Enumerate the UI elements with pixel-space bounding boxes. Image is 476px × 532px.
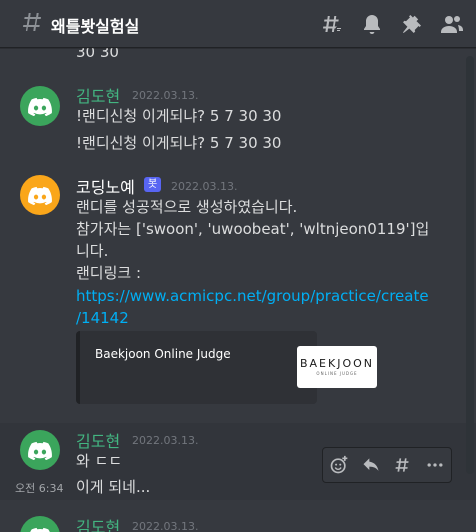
avatar[interactable] (20, 430, 60, 470)
add-reaction-icon (330, 455, 348, 474)
pin-icon[interactable] (400, 12, 424, 36)
timestamp: 2022.03.13. (132, 434, 199, 447)
add-reaction-button[interactable] (323, 449, 355, 481)
timestamp: 2022.03.13. (171, 180, 238, 193)
more-icon (427, 463, 443, 467)
side-timestamp: 오전 6:34 (15, 482, 64, 495)
discord-logo-icon (28, 186, 52, 205)
discord-logo-icon (28, 441, 52, 460)
message-content: 와 ㄷㄷ (76, 452, 123, 470)
message-link[interactable]: https://www.acmicpc.net/group/practice/c… (76, 285, 429, 307)
username[interactable]: 김도현 (76, 428, 120, 452)
discord-logo-icon (29, 527, 51, 532)
message-hover-toolbar (322, 447, 452, 483)
message-link[interactable]: /14142 (76, 307, 129, 329)
message-content: 30 30 (76, 48, 119, 61)
channel-name: 왜틀봣실험실 (51, 17, 140, 36)
link-embed[interactable]: Baekjoon Online Judge BAEKJOON ONLINE JU… (76, 331, 377, 404)
message-content: !랜디신청 이게되냐? 5 7 30 30 (76, 107, 282, 125)
embed-title[interactable]: Baekjoon Online Judge (95, 347, 231, 361)
members-icon[interactable] (440, 12, 464, 36)
timestamp: 2022.03.13. (132, 520, 199, 532)
thumbnail-logo-text: BAEKJOON (299, 357, 375, 370)
hashtag-icon (23, 13, 41, 31)
username[interactable]: 김도현 (76, 514, 120, 532)
message-content: 니다. (76, 242, 109, 260)
reply-button[interactable] (355, 449, 387, 481)
link-text[interactable]: https://www.acmicpc.net/group/practice/c… (76, 287, 429, 305)
scrollbar-track[interactable] (466, 56, 474, 474)
create-thread-button[interactable] (387, 449, 419, 481)
username[interactable]: 김도현 (76, 83, 120, 107)
reply-icon (363, 458, 379, 471)
thumbnail-logo-subtext: ONLINE JUDGE (316, 371, 358, 376)
message-content: 참가자는 ['swoon', 'uwoobeat', 'wltnjeon0119… (76, 220, 430, 238)
channel-header: 왜틀봣실험실 (0, 0, 476, 48)
message-content: !랜디신청 이게되냐? 5 7 30 30 (76, 134, 282, 152)
discord-logo-icon (28, 97, 52, 116)
bell-icon[interactable] (360, 12, 384, 36)
avatar[interactable] (20, 86, 60, 126)
create-thread-icon (395, 458, 409, 472)
timestamp: 2022.03.13. (132, 89, 199, 102)
link-text[interactable]: /14142 (76, 309, 129, 327)
avatar[interactable] (20, 516, 60, 532)
embed-thumbnail[interactable]: BAEKJOON ONLINE JUDGE (297, 346, 377, 388)
message-content: 이게 되네... (76, 478, 151, 496)
message-content: 랜디를 성공적으로 생성하였습니다. (76, 198, 298, 216)
threads-icon[interactable] (320, 12, 344, 36)
username[interactable]: 코딩노예 (76, 174, 135, 198)
more-button[interactable] (419, 449, 451, 481)
avatar[interactable] (20, 175, 60, 215)
bot-tag: 봇 (144, 177, 162, 192)
message-content: 랜디링크 : (76, 264, 142, 282)
